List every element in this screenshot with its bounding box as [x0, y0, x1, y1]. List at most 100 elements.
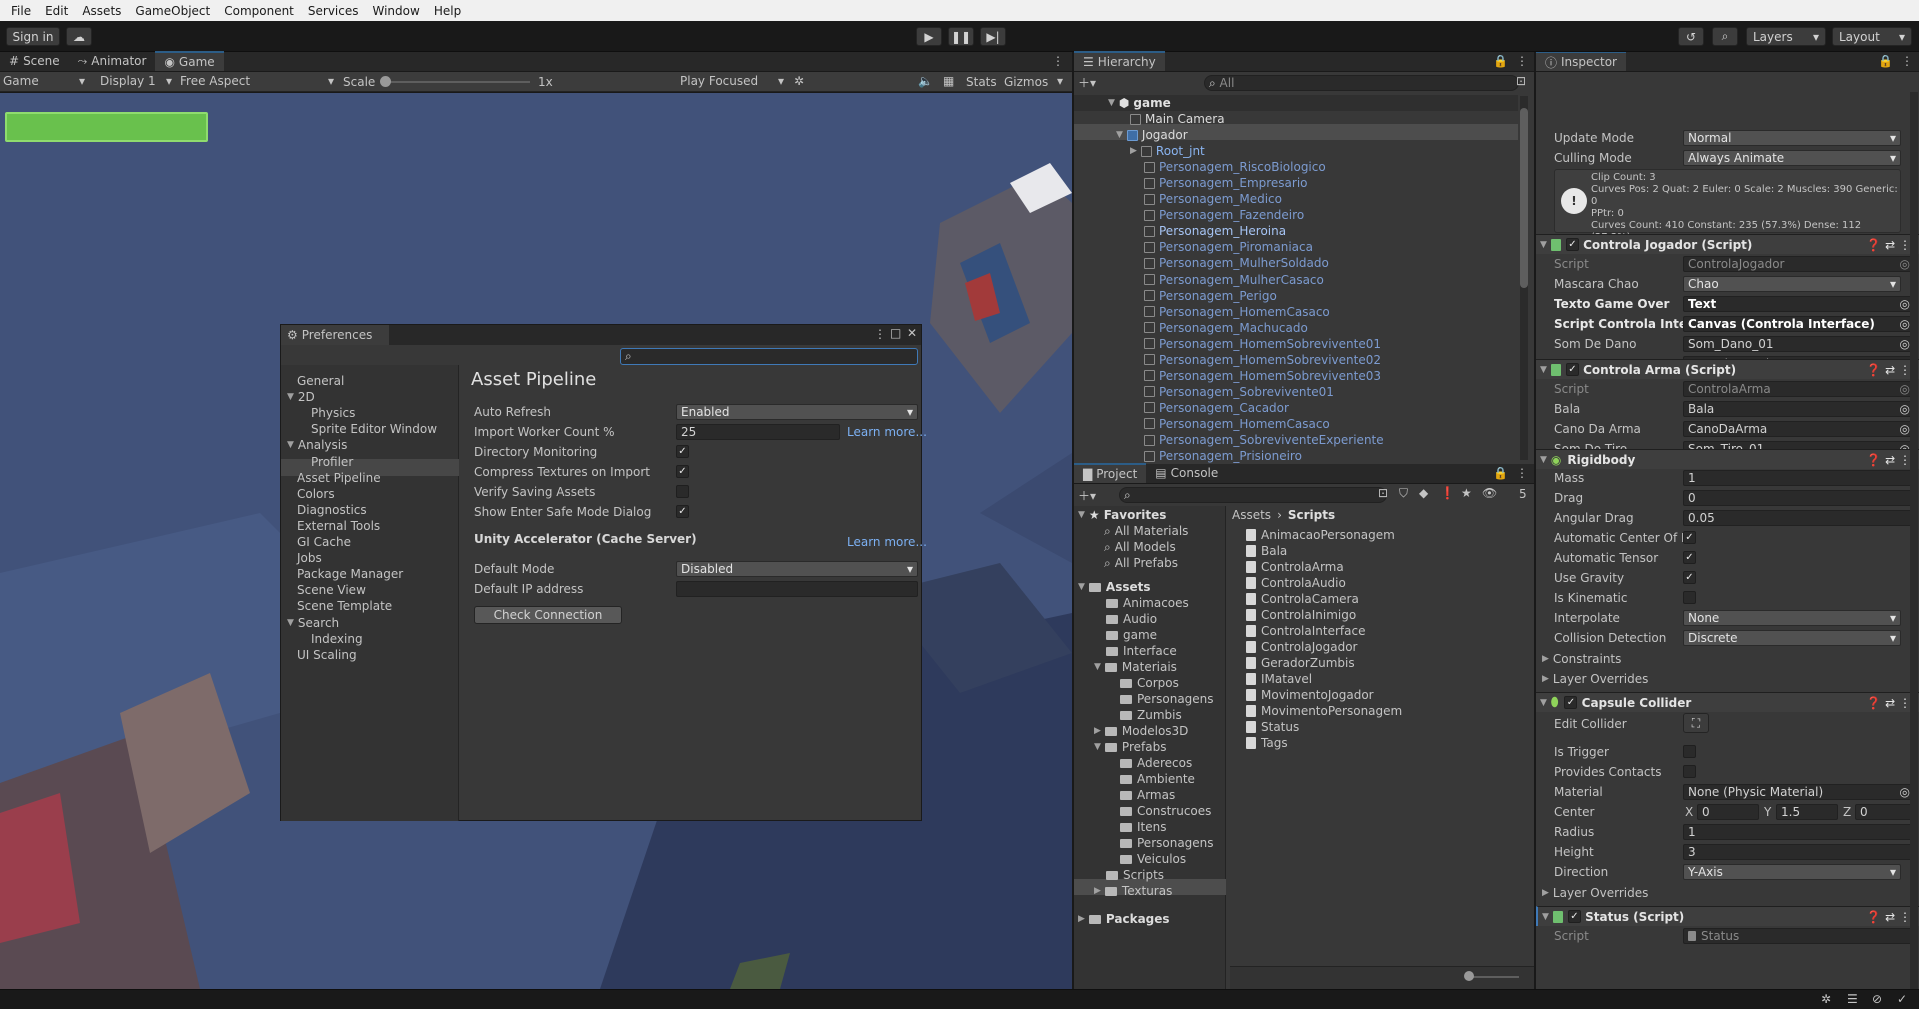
pref-nav-item[interactable]: Package Manager — [297, 566, 403, 582]
chevron-down-icon[interactable]: ▾ — [1057, 74, 1063, 88]
property-field[interactable]: ControlaJogador ◎ — [1683, 256, 1915, 272]
folder-item[interactable]: Interface — [1106, 643, 1177, 659]
lock-icon[interactable]: 🔒 — [1493, 54, 1508, 68]
packages-label[interactable]: Packages — [1106, 912, 1170, 926]
script-item[interactable]: ControlaArma — [1246, 559, 1344, 575]
tab-hierarchy[interactable]: ☰ Hierarchy — [1074, 51, 1165, 71]
collision-detection-dropdown[interactable]: Discrete ▾ — [1683, 630, 1901, 646]
expand-icon[interactable]: ▼ — [287, 440, 294, 450]
pref-nav-item[interactable]: External Tools — [297, 518, 380, 534]
debug-icon[interactable]: ✲ — [1821, 992, 1831, 1006]
property-field[interactable]: Chao ▾ — [1683, 276, 1901, 292]
script-item[interactable]: ControlaJogador — [1246, 639, 1357, 655]
search-icon[interactable]: ⌕ — [1712, 27, 1738, 46]
hidden-packages-icon[interactable]: 👁 — [1482, 486, 1497, 500]
more-icon[interactable]: ⋮ — [874, 327, 886, 341]
expand-icon[interactable]: ▼ — [1542, 912, 1549, 922]
expand-icon[interactable]: ▼ — [1540, 698, 1547, 708]
pref-nav-item[interactable]: ▼ Search — [287, 615, 339, 631]
center-z-field[interactable]: 0 — [1855, 804, 1915, 820]
expand-icon[interactable]: ▼ — [287, 618, 294, 628]
scene-filter-icon[interactable]: ⊡ — [1516, 74, 1526, 88]
safe-mode-checkbox[interactable]: ✓ — [676, 505, 689, 518]
pref-nav-item[interactable]: Profiler — [311, 454, 353, 470]
lock-icon[interactable]: 🔒 — [1878, 54, 1893, 68]
aspect-dropdown[interactable]: Free Aspect ▾ — [180, 74, 334, 90]
scale-slider-track[interactable] — [384, 81, 530, 83]
hierarchy-search-input[interactable]: ⌕ All — [1204, 75, 1519, 91]
hierarchy-item[interactable]: Personagem_Medico — [1144, 191, 1282, 207]
mass-field[interactable]: 1 — [1683, 470, 1915, 486]
learn-more-link-2[interactable]: Learn more... — [847, 535, 927, 549]
hierarchy-item[interactable]: Personagem_Cacador — [1144, 400, 1289, 416]
menu-services[interactable]: Services — [308, 4, 359, 18]
favorite-item[interactable]: ⌕ All Prefabs — [1104, 555, 1178, 571]
display-mode-dropdown[interactable]: Game ▾ — [3, 74, 89, 90]
pref-nav-item[interactable]: General — [297, 373, 344, 389]
breadcrumb-assets[interactable]: Assets — [1232, 508, 1271, 522]
pref-nav-item[interactable]: Asset Pipeline — [297, 470, 381, 486]
hierarchy-item[interactable]: ▼ Jogador — [1116, 127, 1188, 143]
hierarchy-item[interactable]: Personagem_HomemSobrevivente01 — [1144, 336, 1381, 352]
lock-icon[interactable]: 🔒 — [1493, 466, 1508, 480]
pref-nav-item[interactable]: ▼ 2D — [287, 389, 315, 405]
history-icon[interactable]: ↺ — [1678, 27, 1704, 46]
object-picker-icon[interactable]: ◎ — [1900, 785, 1910, 799]
property-field[interactable]: Canvas (Controla Interface) ◎ — [1683, 316, 1915, 332]
chevron-down-icon[interactable]: ▾ — [1890, 277, 1896, 291]
status-header[interactable]: ▼ ✓ Status (Script) ❓ ⇄ ⋮ — [1536, 906, 1919, 926]
folder-item[interactable]: Audio — [1106, 611, 1157, 627]
zoom-slider-track[interactable] — [1469, 976, 1519, 978]
direction-dropdown[interactable]: Y-Axis ▾ — [1683, 864, 1901, 880]
enabled-checkbox[interactable]: ✓ — [1567, 910, 1581, 923]
controla-jogador-header[interactable]: ▼ ✓ Controla Jogador (Script) ❓ ⇄ ⋮ — [1536, 234, 1919, 254]
expand-icon[interactable]: ▼ — [1540, 365, 1547, 375]
import-worker-field[interactable]: 25 — [676, 424, 840, 440]
menu-edit[interactable]: Edit — [45, 4, 68, 18]
pref-nav-item[interactable]: Physics — [311, 405, 355, 421]
menu-assets[interactable]: Assets — [82, 4, 121, 18]
object-picker-icon[interactable]: ◎ — [1900, 317, 1910, 331]
hierarchy-item[interactable]: Personagem_Empresario — [1144, 175, 1308, 191]
tab-scene[interactable]: # Scene — [0, 51, 69, 71]
filter-icon[interactable]: ⛉ — [1399, 486, 1408, 501]
component-actions-icon[interactable]: ❓ ⇄ ⋮ — [1866, 238, 1911, 252]
hierarchy-item[interactable]: Personagem_Perigo — [1144, 288, 1277, 304]
bug-icon[interactable]: ✲ — [794, 74, 804, 88]
script-item[interactable]: Tags — [1246, 735, 1288, 751]
sign-in-button[interactable]: Sign in — [6, 27, 60, 46]
directory-monitoring-checkbox[interactable]: ✓ — [676, 445, 689, 458]
folder-item[interactable]: ▶ Texturas — [1094, 883, 1172, 899]
expand-icon[interactable]: ▶ — [1094, 726, 1101, 736]
enabled-checkbox[interactable]: ✓ — [1564, 696, 1578, 709]
folder-item[interactable]: Armas — [1120, 787, 1175, 803]
project-search-input[interactable]: ⌕ — [1119, 487, 1387, 503]
favorite-item[interactable]: ⌕ All Materials — [1104, 523, 1188, 539]
height-field[interactable]: 3 — [1683, 844, 1915, 860]
menu-help[interactable]: Help — [434, 4, 461, 18]
check-icon[interactable]: ✓ — [1897, 992, 1907, 1006]
script-item[interactable]: IMatavel — [1246, 671, 1312, 687]
folder-item[interactable]: Itens — [1120, 819, 1166, 835]
angular-drag-field[interactable]: 0.05 — [1683, 510, 1915, 526]
object-picker-icon[interactable]: ◎ — [1900, 257, 1910, 271]
component-actions-icon[interactable]: ❓ ⇄ ⋮ — [1866, 453, 1911, 467]
expand-icon[interactable]: ▼ — [287, 392, 294, 402]
update-mode-dropdown[interactable]: Normal ▾ — [1683, 130, 1901, 146]
favorites-label[interactable]: Favorites — [1104, 508, 1167, 522]
pref-nav-item[interactable]: GI Cache — [297, 534, 351, 550]
layers-dropdown[interactable]: Layers ▾ — [1746, 27, 1826, 46]
auto-center-checkbox[interactable]: ✓ — [1683, 531, 1696, 544]
property-field[interactable]: Som_Dano_01 ◎ — [1683, 336, 1915, 352]
hierarchy-item[interactable]: Personagem_RiscoBiologico — [1144, 159, 1326, 175]
check-connection-button[interactable]: Check Connection — [474, 606, 622, 624]
edit-collider-icon[interactable]: ⛶ — [1683, 713, 1709, 733]
verify-saving-checkbox[interactable] — [676, 485, 689, 498]
search-by-type-icon[interactable]: ⊡ — [1378, 486, 1388, 500]
expand-icon[interactable]: ▼ — [1094, 742, 1101, 752]
script-item[interactable]: MovimentoJogador — [1246, 687, 1374, 703]
script-item[interactable]: ControlaInterface — [1246, 623, 1365, 639]
tab-animator[interactable]: ⤳ Animator — [69, 51, 156, 71]
property-field[interactable]: CanoDaArma ◎ — [1683, 421, 1915, 437]
folder-item[interactable]: Corpos — [1120, 675, 1179, 691]
